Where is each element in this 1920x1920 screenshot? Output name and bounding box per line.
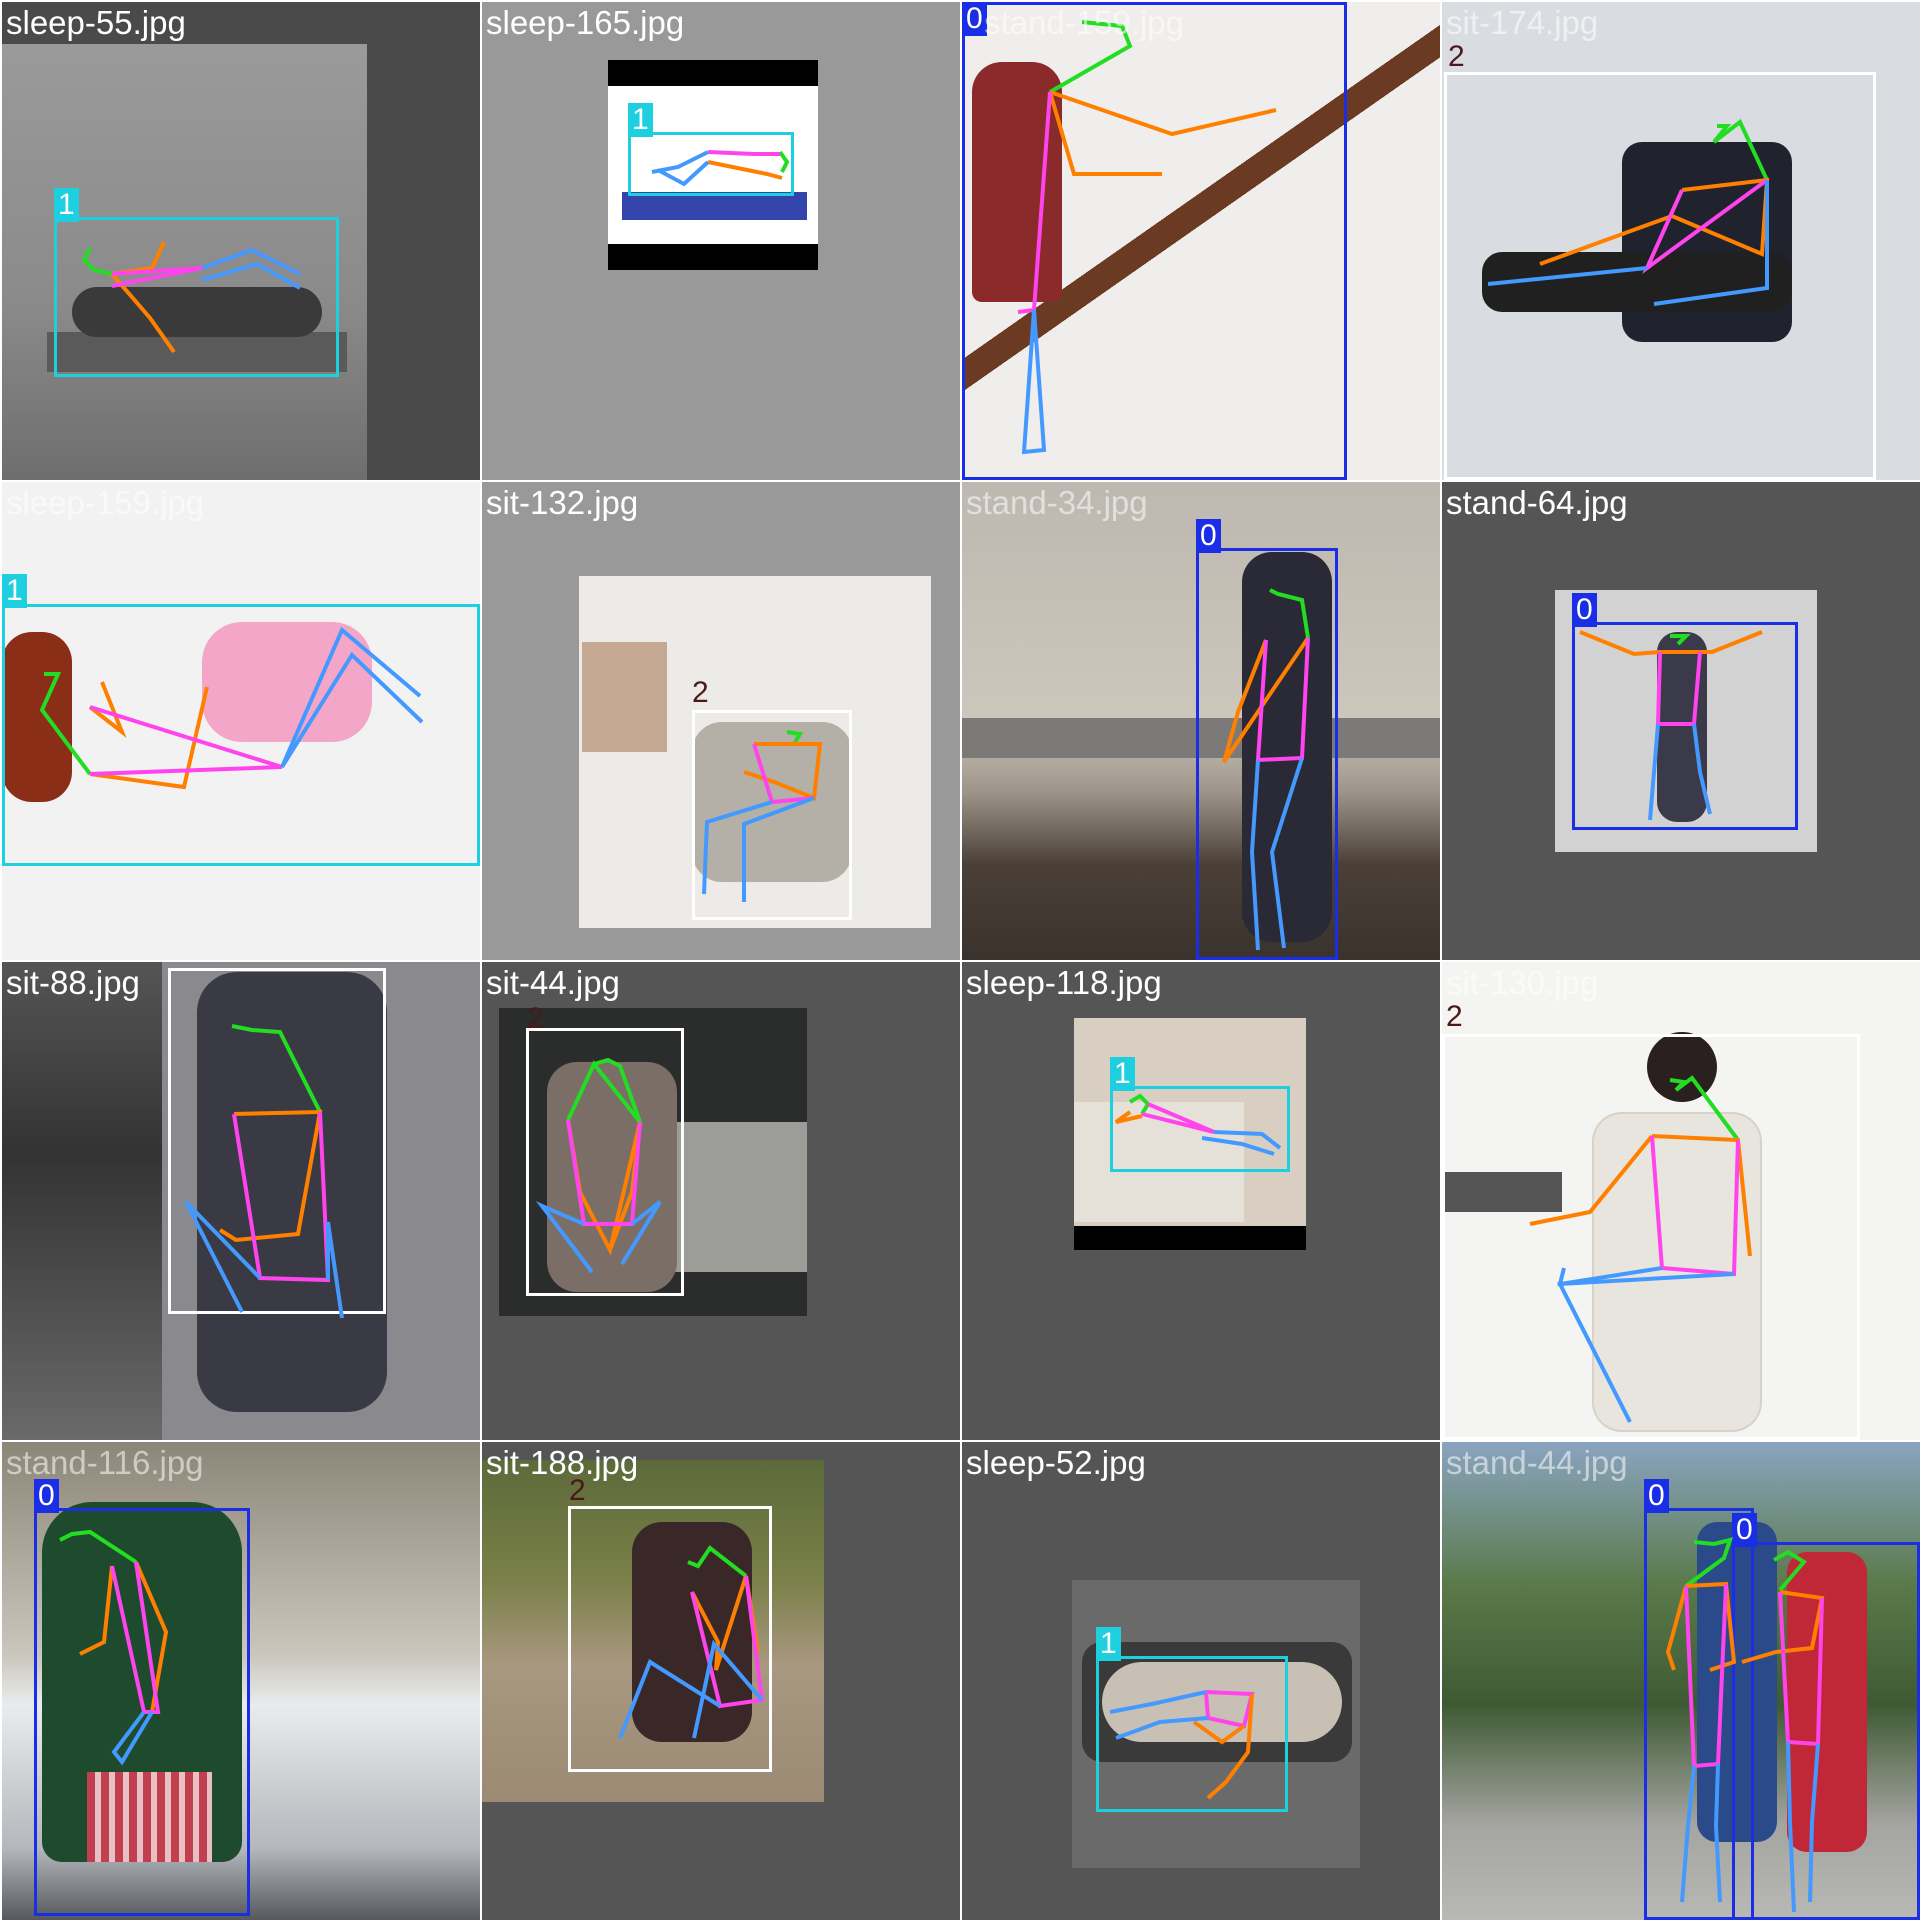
pose-skeleton bbox=[1579, 630, 1763, 821]
file-name: sleep-159.jpg bbox=[6, 484, 205, 521]
tile-sleep-52: sleep-52.jpg 1 bbox=[962, 1442, 1440, 1920]
tile-sit-44: sit-44.jpg 2 bbox=[482, 962, 960, 1440]
file-name: sit-44.jpg bbox=[486, 964, 620, 1001]
pose-skeleton bbox=[81, 241, 301, 354]
file-name: stand-34.jpg bbox=[966, 484, 1148, 521]
tile-stand-159: stand-159.jpg 0 bbox=[962, 2, 1440, 480]
file-name: sit-132.jpg bbox=[486, 484, 639, 521]
file-name: stand-159.jpg bbox=[984, 4, 1184, 41]
pose-skeleton bbox=[1114, 1093, 1282, 1156]
tile-stand-34: stand-34.jpg 0 bbox=[962, 482, 1440, 960]
file-name: stand-64.jpg bbox=[1446, 484, 1628, 521]
tile-sit-88: sit-88.jpg 2 bbox=[2, 962, 480, 1440]
pose-skeleton bbox=[1665, 1537, 1825, 1913]
file-name: sit-174.jpg bbox=[1446, 4, 1599, 41]
pose-skeleton bbox=[39, 626, 424, 790]
tile-sleep-55: sleep-55.jpg 1 bbox=[2, 2, 480, 480]
tile-sleep-159: sleep-159.jpg 1 bbox=[2, 482, 480, 960]
tile-stand-44: stand-44.jpg 0 0 bbox=[1442, 1442, 1920, 1920]
pose-skeleton bbox=[651, 150, 790, 187]
pose-skeleton bbox=[1109, 1690, 1255, 1800]
pose-skeleton bbox=[1017, 20, 1277, 455]
tile-stand-64: stand-64.jpg 0 bbox=[1442, 482, 1920, 960]
pose-skeleton bbox=[1222, 588, 1310, 951]
tile-sit-174: sit-174.jpg 2 bbox=[1442, 2, 1920, 480]
tile-sit-188: sit-188.jpg 2 bbox=[482, 1442, 960, 1920]
pose-skeleton bbox=[59, 1529, 169, 1766]
tile-stand-116: stand-116.jpg 0 bbox=[2, 1442, 480, 1920]
pose-skeleton bbox=[618, 1545, 765, 1739]
file-name: stand-44.jpg bbox=[1446, 1444, 1628, 1481]
file-name: sit-188.jpg bbox=[486, 1444, 639, 1481]
file-name: sleep-55.jpg bbox=[6, 4, 186, 41]
pose-skeleton bbox=[184, 1024, 344, 1319]
file-name: sit-130.jpg bbox=[1446, 964, 1599, 1001]
pose-skeleton bbox=[1487, 118, 1770, 306]
prediction-grid: sleep-55.jpg 1 sleep-165.jpg 1 stand-159… bbox=[0, 0, 1920, 1920]
pose-skeleton bbox=[535, 1057, 662, 1274]
file-name: sit-88.jpg bbox=[6, 964, 140, 1001]
tile-sleep-165: sleep-165.jpg 1 bbox=[482, 2, 960, 480]
pose-skeleton bbox=[1529, 1075, 1752, 1423]
file-name: stand-116.jpg bbox=[6, 1444, 204, 1481]
file-name: sleep-165.jpg bbox=[486, 4, 685, 41]
tile-sit-132: sit-132.jpg 2 bbox=[482, 482, 960, 960]
file-name: sleep-118.jpg bbox=[966, 964, 1162, 1001]
file-name: sleep-52.jpg bbox=[966, 1444, 1146, 1481]
tile-sit-130: sit-130.jpg 2 bbox=[1442, 962, 1920, 1440]
pose-skeleton bbox=[702, 730, 823, 902]
tile-sleep-118: sleep-118.jpg 1 bbox=[962, 962, 1440, 1440]
